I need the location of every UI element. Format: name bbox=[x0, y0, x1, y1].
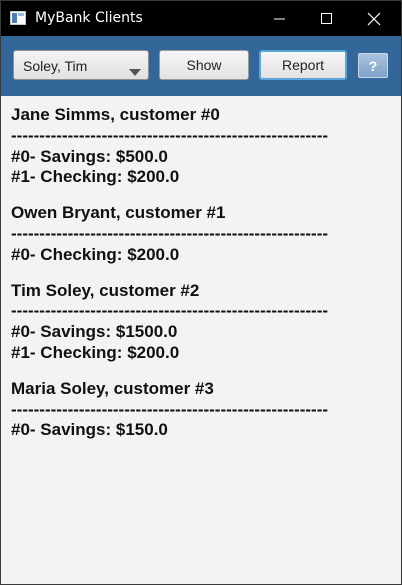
minimize-button[interactable] bbox=[257, 1, 303, 36]
account-line: #0- Savings: $150.0 bbox=[11, 420, 168, 440]
separator-line: ----------------------------------------… bbox=[11, 223, 329, 243]
separator-line: ----------------------------------------… bbox=[11, 399, 329, 419]
report-text-area: Jane Simms, customer #0 -----------------… bbox=[11, 105, 391, 456]
maximize-icon bbox=[321, 12, 333, 25]
maximize-button[interactable] bbox=[304, 1, 350, 36]
customer-report-block: Maria Soley, customer #3 ----------------… bbox=[11, 379, 391, 441]
minimize-icon bbox=[274, 13, 286, 25]
close-button[interactable] bbox=[351, 1, 397, 36]
customer-heading: Tim Soley, customer #2 bbox=[11, 280, 200, 300]
close-icon bbox=[367, 12, 381, 26]
toolbar: Soley, Tim Show Report ? bbox=[1, 36, 401, 96]
customer-report-block: Owen Bryant, customer #1 ----------------… bbox=[11, 203, 391, 265]
account-line: #1- Checking: $200.0 bbox=[11, 167, 180, 187]
customer-report-block: Tim Soley, customer #2 ------------------… bbox=[11, 281, 391, 364]
account-line: #0- Savings: $500.0 bbox=[11, 146, 168, 166]
app-window: MyBank Clients Soley, Tim Show Report ? bbox=[0, 0, 402, 585]
client-select[interactable]: Soley, Tim bbox=[13, 50, 149, 80]
client-select-value: Soley, Tim bbox=[23, 58, 88, 74]
window-title: MyBank Clients bbox=[35, 10, 143, 26]
account-line: #0- Savings: $1500.0 bbox=[11, 322, 178, 342]
customer-report-block: Jane Simms, customer #0 -----------------… bbox=[11, 105, 391, 188]
title-bar[interactable]: MyBank Clients bbox=[1, 1, 401, 36]
account-line: #0- Checking: $200.0 bbox=[11, 244, 180, 264]
separator-line: ----------------------------------------… bbox=[11, 125, 329, 145]
app-window-icon bbox=[10, 11, 26, 25]
customer-heading: Maria Soley, customer #3 bbox=[11, 378, 214, 398]
help-button[interactable]: ? bbox=[358, 53, 388, 78]
account-line: #1- Checking: $200.0 bbox=[11, 342, 180, 362]
customer-heading: Jane Simms, customer #0 bbox=[11, 105, 220, 124]
chevron-down-icon[interactable] bbox=[129, 63, 141, 79]
separator-line: ----------------------------------------… bbox=[11, 301, 329, 321]
show-button[interactable]: Show bbox=[159, 50, 249, 80]
customer-heading: Owen Bryant, customer #1 bbox=[11, 203, 226, 223]
report-button[interactable]: Report bbox=[259, 50, 347, 80]
